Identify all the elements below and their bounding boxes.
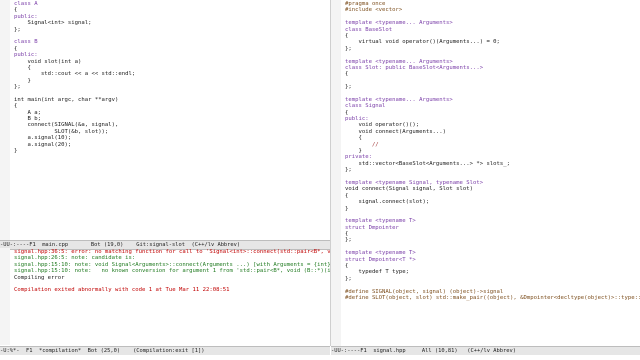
fringe [0, 0, 10, 240]
editor-pane-main-cpp[interactable]: class A{public: Signal<int> signal;}; cla… [0, 0, 330, 240]
code-area[interactable]: #pragma once #include <vector> template <t… [331, 0, 640, 301]
emacs-frame: class A{public: Signal<int> signal;}; cla… [0, 0, 640, 360]
code-area[interactable]: class A{public: Signal<int> signal;}; cla… [0, 0, 330, 154]
fringe [331, 0, 341, 346]
main-cpp-line[interactable]: } [14, 148, 328, 154]
compilation-line[interactable]: signal.hpp:15:10: note: no known convers… [14, 268, 330, 274]
fringe [0, 248, 10, 345]
compilation-line[interactable]: Compilation exited abnormally with code … [14, 287, 328, 293]
compilation-output[interactable]: signal.hpp:36:5: error: no matching func… [0, 248, 330, 294]
minibuffer[interactable] [0, 355, 640, 360]
editor-pane-signal-hpp[interactable]: #pragma once #include <vector> template <t… [331, 0, 640, 346]
compilation-pane[interactable]: signal.hpp:36:5: error: no matching func… [0, 248, 330, 345]
signal-hpp-line[interactable]: #define SLOT(object, slot) std::make_pai… [345, 295, 640, 301]
